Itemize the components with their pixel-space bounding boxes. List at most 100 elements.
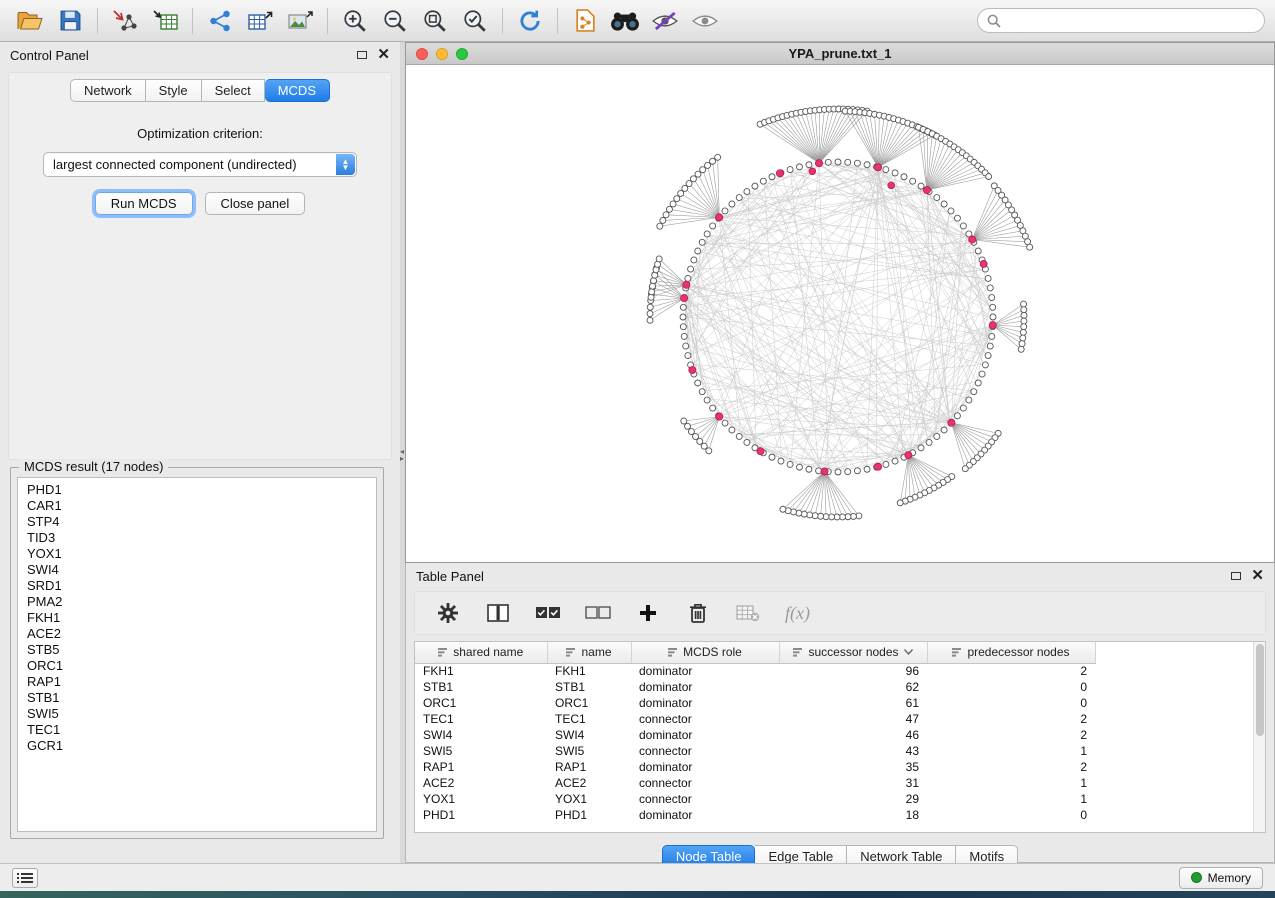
scrollbar-thumb[interactable] (1256, 644, 1264, 736)
refresh-button[interactable] (510, 4, 550, 38)
tab-style[interactable]: Style (146, 79, 202, 102)
list-item[interactable]: SWI4 (27, 562, 367, 578)
table-row[interactable]: YOX1YOX1connector291 (415, 791, 1095, 807)
table-row[interactable]: RAP1RAP1dominator352 (415, 759, 1095, 775)
list-item[interactable]: PMA2 (27, 594, 367, 610)
column-header-shared-name[interactable]: shared name (415, 642, 547, 663)
function-builder-button[interactable]: f(x) (785, 603, 810, 624)
export-image-button[interactable] (280, 4, 320, 38)
table-cell: RAP1 (547, 759, 631, 775)
import-table-button[interactable] (145, 4, 185, 38)
zoom-fit-button[interactable] (415, 4, 455, 38)
network-search-box[interactable] (977, 8, 1265, 33)
list-item[interactable]: PHD1 (27, 482, 367, 498)
trash-icon (688, 602, 708, 624)
table-cell: YOX1 (547, 791, 631, 807)
export-network-button[interactable] (200, 4, 240, 38)
tab-select[interactable]: Select (202, 79, 265, 102)
close-panel-icon[interactable]: ✕ (1251, 571, 1264, 581)
list-item[interactable]: SWI5 (27, 706, 367, 722)
close-panel-icon[interactable]: ✕ (377, 50, 390, 60)
float-window-icon[interactable] (1231, 572, 1241, 580)
export-table-button[interactable] (240, 4, 280, 38)
table-cell: connector (631, 775, 779, 791)
column-header-name[interactable]: name (547, 642, 631, 663)
mcds-result-list[interactable]: PHD1CAR1STP4TID3YOX1SWI4SRD1PMA2FKH1ACE2… (17, 477, 377, 832)
close-traffic-light[interactable] (416, 48, 428, 60)
show-graphics-button[interactable] (685, 4, 725, 38)
run-mcds-button[interactable]: Run MCDS (95, 192, 193, 215)
close-panel-button[interactable]: Close panel (205, 192, 306, 215)
maximize-traffic-light[interactable] (456, 48, 468, 60)
dropdown-stepper-icon: ▲▼ (336, 154, 355, 175)
list-item[interactable]: STB5 (27, 642, 367, 658)
list-item[interactable]: STB1 (27, 690, 367, 706)
list-item[interactable]: TID3 (27, 530, 367, 546)
table-cell: 18 (779, 807, 927, 823)
tab-network[interactable]: Network (70, 79, 146, 102)
delete-table-button[interactable] (735, 600, 761, 626)
show-column-button[interactable] (485, 600, 511, 626)
save-session-button[interactable] (50, 4, 90, 38)
network-canvas[interactable] (406, 65, 1274, 562)
table-cell: STB1 (415, 679, 547, 695)
list-item[interactable]: RAP1 (27, 674, 367, 690)
float-window-icon[interactable] (357, 51, 367, 59)
zoom-selected-button[interactable] (455, 4, 495, 38)
list-item[interactable]: CAR1 (27, 498, 367, 514)
list-item[interactable]: STP4 (27, 514, 367, 530)
task-history-button[interactable] (12, 868, 38, 888)
table-cell: dominator (631, 695, 779, 711)
table-row[interactable]: SWI4SWI4dominator462 (415, 727, 1095, 743)
hide-graphics-button[interactable] (645, 4, 685, 38)
search-input[interactable] (1006, 14, 1255, 28)
network-graph (406, 65, 1274, 562)
table-cell: 2 (927, 663, 1095, 679)
list-item[interactable]: ORC1 (27, 658, 367, 674)
splitter-collapse-icon[interactable]: ◂▸ (400, 448, 404, 462)
list-item[interactable]: SRD1 (27, 578, 367, 594)
column-type-icon (438, 647, 448, 657)
share-document-button[interactable] (565, 4, 605, 38)
node-table-container: shared name name MCDS role successor nod… (414, 641, 1266, 833)
column-header-mcds-role[interactable]: MCDS role (631, 642, 779, 663)
column-header-successor-nodes[interactable]: successor nodes (779, 642, 927, 663)
add-row-button[interactable] (635, 600, 661, 626)
minimize-traffic-light[interactable] (436, 48, 448, 60)
table-row[interactable]: ORC1ORC1dominator610 (415, 695, 1095, 711)
list-item[interactable]: YOX1 (27, 546, 367, 562)
column-header-predecessor-nodes[interactable]: predecessor nodes (927, 642, 1095, 663)
zoom-in-button[interactable] (335, 4, 375, 38)
table-cell: 1 (927, 775, 1095, 791)
open-file-button[interactable] (10, 4, 50, 38)
column-type-icon (952, 647, 962, 657)
export-network-icon (208, 9, 233, 33)
optimization-criterion-select[interactable]: largest connected component (undirected)… (43, 152, 357, 177)
desktop-wallpaper-sliver (0, 891, 1275, 898)
table-row[interactable]: STB1STB1dominator620 (415, 679, 1095, 695)
table-row[interactable]: TEC1TEC1connector472 (415, 711, 1095, 727)
memory-button[interactable]: Memory (1179, 867, 1263, 889)
select-all-button[interactable] (535, 600, 561, 626)
table-cell: 0 (927, 807, 1095, 823)
list-item[interactable]: FKH1 (27, 610, 367, 626)
binoculars-button[interactable] (605, 4, 645, 38)
table-cell: connector (631, 743, 779, 759)
zoom-out-button[interactable] (375, 4, 415, 38)
list-item[interactable]: TEC1 (27, 722, 367, 738)
tab-mcds[interactable]: MCDS (265, 79, 330, 102)
table-row[interactable]: PHD1PHD1dominator180 (415, 807, 1095, 823)
list-item[interactable]: ACE2 (27, 626, 367, 642)
table-scrollbar[interactable] (1253, 642, 1265, 832)
table-row[interactable]: ACE2ACE2connector311 (415, 775, 1095, 791)
table-cell: 2 (927, 711, 1095, 727)
delete-row-button[interactable] (685, 600, 711, 626)
table-row[interactable]: FKH1FKH1dominator962 (415, 663, 1095, 679)
table-settings-button[interactable] (435, 600, 461, 626)
table-cell: 2 (927, 727, 1095, 743)
import-network-button[interactable] (105, 4, 145, 38)
deselect-all-button[interactable] (585, 600, 611, 626)
list-item[interactable]: GCR1 (27, 738, 367, 754)
table-row[interactable]: SWI5SWI5connector431 (415, 743, 1095, 759)
import-table-icon (152, 9, 179, 33)
